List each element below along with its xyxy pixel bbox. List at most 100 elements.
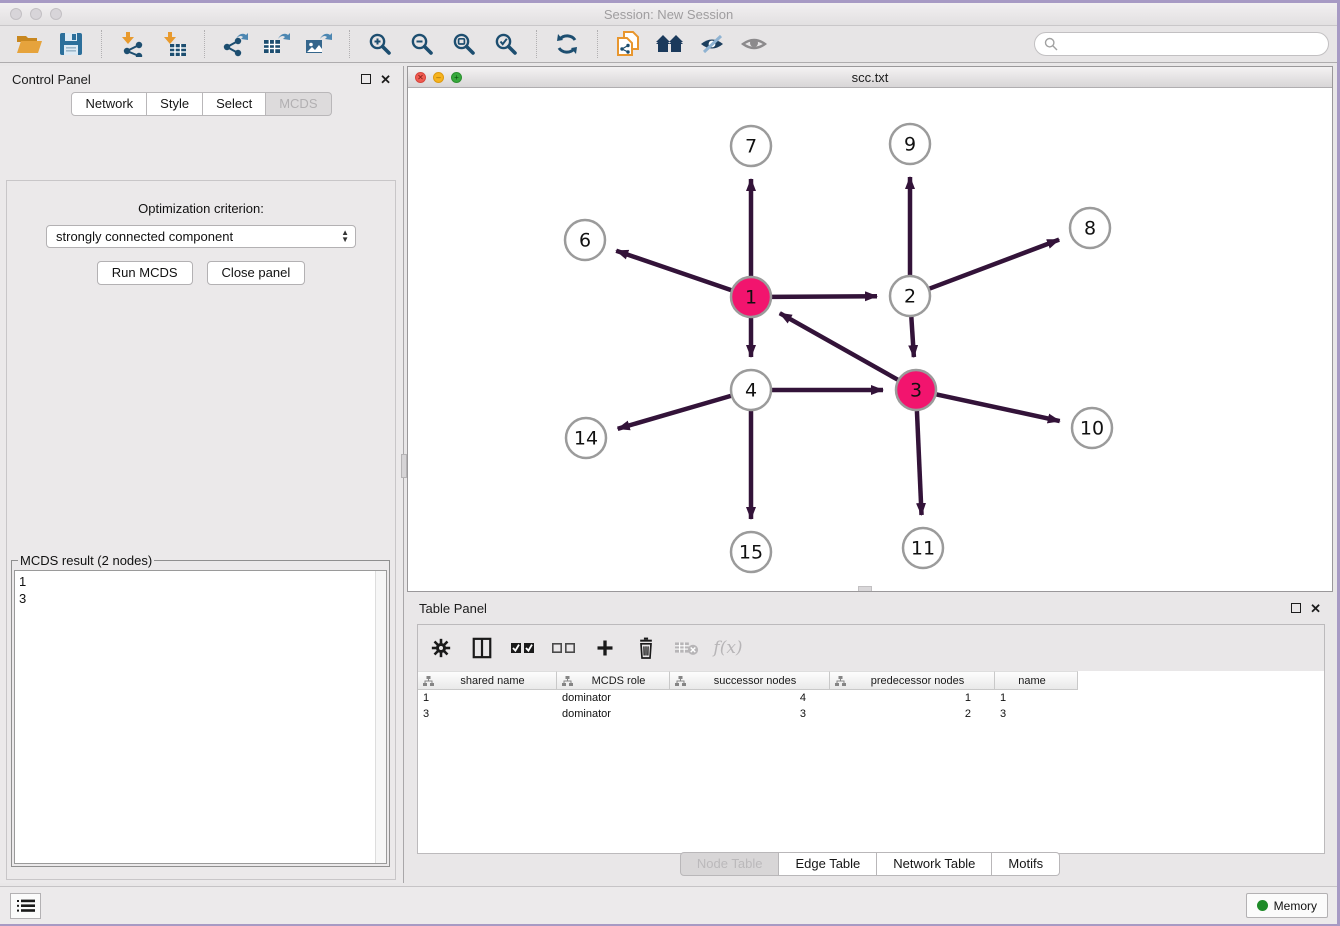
close-panel-button[interactable]: Close panel (207, 261, 306, 285)
graph-node-9[interactable]: 9 (890, 124, 930, 164)
function-builder-icon: f(x) (715, 635, 741, 661)
status-bar: Memory (0, 886, 1337, 924)
table-cell[interactable]: 3 (418, 708, 557, 720)
graph-node-7[interactable]: 7 (731, 126, 771, 166)
home-layout-icon[interactable] (655, 30, 685, 58)
maximize-window-icon[interactable] (50, 8, 62, 20)
zoom-out-icon[interactable] (407, 30, 437, 58)
table-cell[interactable]: dominator (557, 708, 670, 720)
zoom-in-icon[interactable] (365, 30, 395, 58)
memory-button[interactable]: Memory (1246, 893, 1328, 918)
graph-edge-3-11[interactable] (917, 411, 922, 515)
graph-edge-4-14[interactable] (618, 396, 731, 429)
toolbar-separator (349, 30, 350, 58)
graph-edge-2-8[interactable] (930, 240, 1059, 289)
tab-network-table[interactable]: Network Table (877, 852, 992, 876)
graph-node-14[interactable]: 14 (566, 418, 606, 458)
select-all-checkboxes-icon[interactable] (510, 635, 536, 661)
svg-text:4: 4 (745, 380, 757, 402)
clone-network-icon[interactable] (613, 30, 643, 58)
table-body: 1dominator4113dominator323 (418, 690, 1324, 722)
tab-edge-table[interactable]: Edge Table (779, 852, 877, 876)
mcds-result-scrollbar[interactable] (375, 571, 386, 863)
delete-column-icon[interactable] (633, 635, 659, 661)
tab-motifs[interactable]: Motifs (992, 852, 1060, 876)
network-window-title-bar[interactable]: ✕ – + scc.txt (408, 67, 1332, 88)
graph-node-3[interactable]: 3 (896, 370, 936, 410)
import-network-icon[interactable] (117, 30, 147, 58)
node-table[interactable]: shared nameMCDS rolesuccessor nodesprede… (418, 671, 1324, 853)
task-history-button[interactable] (10, 893, 41, 919)
table-cell[interactable]: 1 (830, 692, 995, 704)
graph-node-1[interactable]: 1 (731, 277, 771, 317)
tab-mcds[interactable]: MCDS (266, 92, 331, 116)
table-row[interactable]: 3dominator323 (418, 706, 1324, 722)
zoom-network-icon[interactable]: + (451, 72, 462, 83)
graph-node-11[interactable]: 11 (903, 528, 943, 568)
toolbar-separator (204, 30, 205, 58)
graph-edge-2-3[interactable] (911, 317, 914, 357)
graph-node-2[interactable]: 2 (890, 276, 930, 316)
mcds-result-area[interactable]: 1 3 (14, 570, 387, 864)
table-cell[interactable]: 3 (995, 708, 1078, 720)
open-file-icon[interactable] (14, 30, 44, 58)
window-title: Session: New Session (604, 7, 733, 22)
close-network-icon[interactable]: ✕ (415, 72, 426, 83)
graph-edge-1-6[interactable] (616, 251, 731, 290)
close-window-icon[interactable] (10, 8, 22, 20)
tab-style[interactable]: Style (147, 92, 203, 116)
import-table-icon[interactable] (159, 30, 189, 58)
table-cell[interactable]: 1 (995, 692, 1078, 704)
optimization-criterion-dropdown[interactable]: strongly connected component ▲▼ (46, 225, 356, 248)
graph-edge-1-2[interactable] (772, 296, 877, 297)
run-mcds-button[interactable]: Run MCDS (97, 261, 193, 285)
export-image-icon[interactable] (304, 30, 334, 58)
main-title-bar[interactable]: Session: New Session (0, 3, 1337, 26)
column-header-predecessor-nodes[interactable]: predecessor nodes (830, 671, 995, 690)
show-columns-icon[interactable] (469, 635, 495, 661)
graph-node-10[interactable]: 10 (1072, 408, 1112, 448)
show-all-icon[interactable] (739, 30, 769, 58)
column-header-MCDS-role[interactable]: MCDS role (557, 671, 670, 690)
float-table-panel-icon[interactable] (1291, 603, 1301, 613)
column-header-successor-nodes[interactable]: successor nodes (670, 671, 830, 690)
table-row[interactable]: 1dominator411 (418, 690, 1324, 706)
hide-selected-icon[interactable] (697, 30, 727, 58)
graph-node-15[interactable]: 15 (731, 532, 771, 572)
network-canvas[interactable]: 7 9 6 8 1 2 4 3 14 10 15 11 (408, 88, 1332, 591)
close-table-panel-icon[interactable]: ✕ (1310, 602, 1321, 615)
column-header-name[interactable]: name (995, 671, 1078, 690)
save-session-icon[interactable] (56, 30, 86, 58)
table-cell[interactable]: 3 (670, 708, 830, 720)
canvas-resize-grip[interactable] (858, 586, 872, 591)
graph-node-4[interactable]: 4 (731, 370, 771, 410)
minimize-network-icon[interactable]: – (433, 72, 444, 83)
graph-edge-3-10[interactable] (937, 394, 1060, 421)
search-input[interactable] (1034, 32, 1329, 56)
float-panel-icon[interactable] (361, 74, 371, 84)
table-cell[interactable]: 4 (670, 692, 830, 704)
close-panel-icon[interactable]: ✕ (380, 73, 391, 86)
graph-node-8[interactable]: 8 (1070, 208, 1110, 248)
refresh-icon[interactable] (552, 30, 582, 58)
tab-select[interactable]: Select (203, 92, 266, 116)
list-icon (17, 899, 35, 913)
table-cell[interactable]: dominator (557, 692, 670, 704)
svg-text:1: 1 (745, 287, 757, 309)
export-table-icon[interactable] (262, 30, 292, 58)
zoom-selected-icon[interactable] (491, 30, 521, 58)
graph-edge-3-1[interactable] (780, 313, 898, 379)
tab-node-table[interactable]: Node Table (680, 852, 780, 876)
settings-gear-icon[interactable] (428, 635, 454, 661)
graph-node-6[interactable]: 6 (565, 220, 605, 260)
export-network-icon[interactable] (220, 30, 250, 58)
table-cell[interactable]: 1 (418, 692, 557, 704)
deselect-all-checkboxes-icon[interactable] (551, 635, 577, 661)
tab-network[interactable]: Network (71, 92, 147, 116)
chevron-up-down-icon: ▲▼ (341, 230, 349, 244)
column-header-shared-name[interactable]: shared name (418, 671, 557, 690)
zoom-fit-icon[interactable] (449, 30, 479, 58)
table-cell[interactable]: 2 (830, 708, 995, 720)
minimize-window-icon[interactable] (30, 8, 42, 20)
add-column-icon[interactable] (592, 635, 618, 661)
